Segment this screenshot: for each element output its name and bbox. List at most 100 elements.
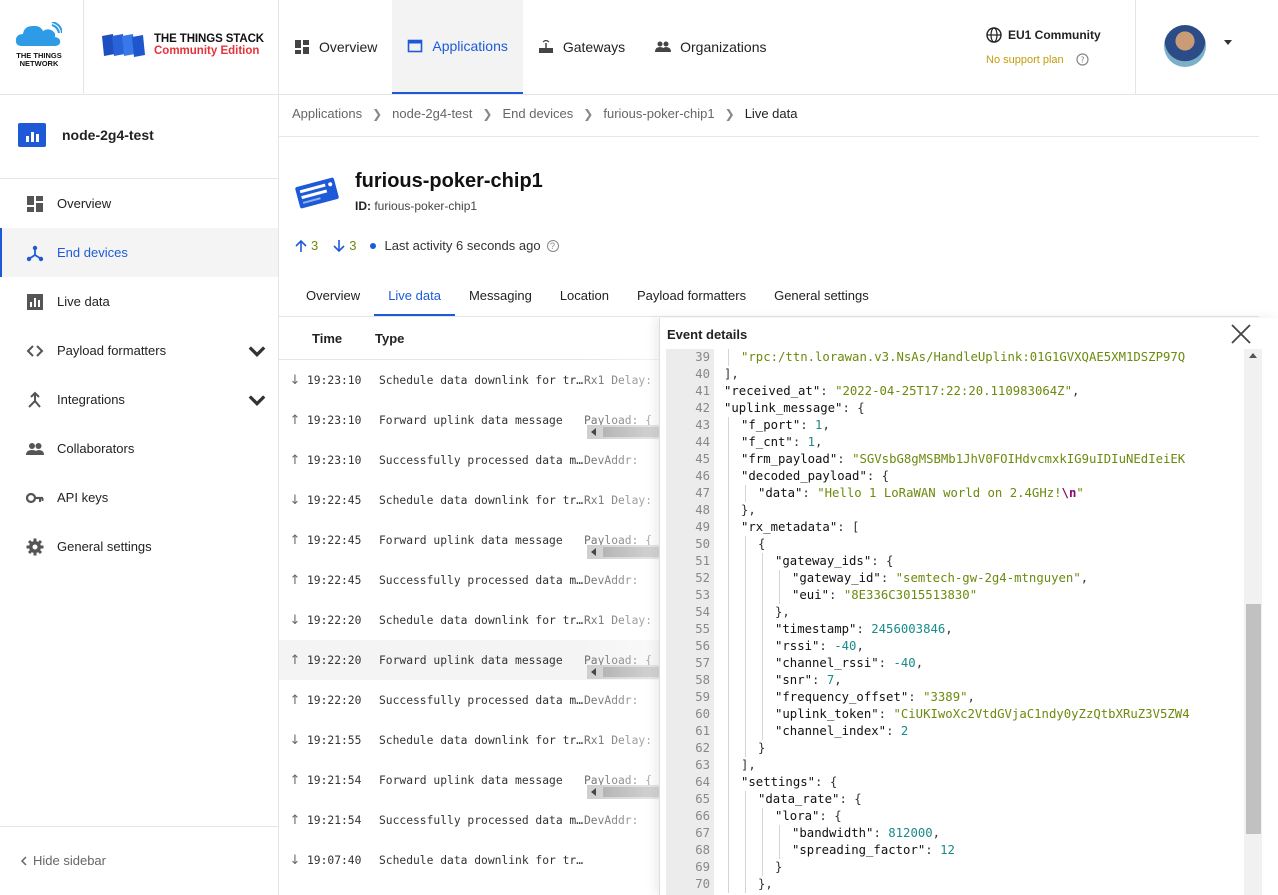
event-row[interactable]: ↑ 19:22:20 Successfully processed data mes… bbox=[279, 680, 659, 720]
settings-icon bbox=[26, 538, 44, 555]
end-device-icon bbox=[295, 177, 339, 209]
scrollbar-thumb[interactable] bbox=[1246, 604, 1261, 834]
sidebar-item-end-devices[interactable]: End devices bbox=[0, 228, 278, 277]
line-number: 39 bbox=[695, 350, 710, 364]
code-line: 64 "settings": { bbox=[666, 774, 1244, 791]
sidebar-item-label: Integrations bbox=[57, 392, 125, 407]
nav-applications[interactable]: Applications bbox=[392, 0, 523, 94]
arrow-up-icon bbox=[295, 239, 307, 252]
nav-organizations[interactable]: Organizations bbox=[640, 0, 781, 94]
code-line: 54}, bbox=[666, 604, 1244, 621]
breadcrumb-item[interactable]: node-2g4-test bbox=[392, 106, 472, 121]
event-row[interactable]: ↓ 19:22:45 Schedule data downlink for tran… bbox=[279, 480, 659, 520]
sidebar-item-general-settings[interactable]: General settings bbox=[0, 522, 278, 571]
code-line: 57 "channel_rssi": -40, bbox=[666, 655, 1244, 672]
chevron-down-icon[interactable] bbox=[1224, 40, 1232, 45]
line-number: 49 bbox=[695, 520, 710, 534]
event-type: Schedule data downlink for transmission bbox=[379, 493, 584, 507]
things-stack-logo[interactable]: THE THINGS STACK Community Edition bbox=[100, 32, 270, 60]
sidebar-item-label: General settings bbox=[57, 539, 152, 554]
code-token: "8E336C3015513830" bbox=[843, 588, 978, 602]
json-code-viewer[interactable]: 39 "rpc:/ttn.lorawan.v3.NsAs/HandleUplink… bbox=[666, 349, 1244, 895]
hide-sidebar-label: Hide sidebar bbox=[33, 853, 106, 868]
code-token: "semtech-gw-2g4-mtnguyen" bbox=[895, 571, 1081, 585]
device-id: ID: furious-poker-chip1 bbox=[355, 199, 477, 213]
hide-sidebar-button[interactable]: Hide sidebar bbox=[20, 853, 106, 868]
code-token: \n bbox=[1061, 486, 1077, 500]
event-row[interactable]: ↑ 19:22:45 Forward uplink data message Payl… bbox=[279, 520, 659, 560]
code-token: } bbox=[775, 860, 783, 874]
chevron-right-icon: ❯ bbox=[583, 106, 594, 121]
sidebar-item-live-data[interactable]: Live data bbox=[0, 277, 278, 326]
breadcrumb-item[interactable]: Applications bbox=[292, 106, 362, 121]
event-row[interactable]: ↑ 19:23:10 Successfully processed data mes… bbox=[279, 440, 659, 480]
scroll-up-icon[interactable] bbox=[1249, 353, 1257, 358]
event-row[interactable]: ↑ 19:22:45 Successfully processed data mes… bbox=[279, 560, 659, 600]
close-icon[interactable] bbox=[1230, 323, 1252, 345]
code-line: 70}, bbox=[666, 876, 1244, 893]
event-row[interactable]: ↓ 19:23:10 Schedule data downlink for tran… bbox=[279, 360, 659, 400]
nav-overview[interactable]: Overview bbox=[279, 0, 392, 94]
help-icon[interactable]: ? bbox=[1076, 53, 1089, 66]
preview-scrollbar[interactable] bbox=[587, 785, 659, 799]
ttn-logo[interactable]: THE THINGS NETWORK bbox=[14, 21, 64, 68]
event-row[interactable]: ↑ 19:21:54 Successfully processed data mes… bbox=[279, 800, 659, 840]
code-line: 62} bbox=[666, 740, 1244, 757]
sidebar-item-overview[interactable]: Overview bbox=[0, 179, 278, 228]
event-row[interactable]: ↑ 19:21:54 Forward uplink data message Payl… bbox=[279, 760, 659, 800]
breadcrumb-item[interactable]: furious-poker-chip1 bbox=[603, 106, 714, 121]
sidebar-item-payload-formatters[interactable]: Payload formatters bbox=[0, 326, 278, 375]
avatar[interactable] bbox=[1164, 25, 1206, 67]
chevron-down-icon[interactable] bbox=[248, 392, 266, 410]
sidebar-item-label: Collaborators bbox=[57, 441, 135, 456]
code-text: "decoded_payload": { bbox=[741, 468, 889, 485]
tab-general-settings[interactable]: General settings bbox=[760, 278, 883, 316]
help-icon[interactable]: ? bbox=[546, 239, 559, 252]
code-token: "lora" bbox=[775, 809, 820, 823]
event-type: Schedule data downlink for transmission bbox=[379, 373, 584, 387]
arrow-down-icon: ↓ bbox=[289, 492, 301, 508]
chevron-down-icon[interactable] bbox=[248, 343, 266, 361]
tab-payload-formatters[interactable]: Payload formatters bbox=[623, 278, 760, 316]
tab-location[interactable]: Location bbox=[546, 278, 623, 316]
tab-live-data[interactable]: Live data bbox=[374, 278, 455, 316]
preview-scrollbar[interactable] bbox=[587, 665, 659, 679]
top-bar: THE THINGS NETWORK THE THINGS STACK Comm… bbox=[0, 0, 1278, 95]
preview-scrollbar[interactable] bbox=[587, 425, 659, 439]
code-token: "Hello 1 LoRaWAN world on 2.4GHz! bbox=[817, 486, 1062, 500]
code-token: : bbox=[908, 690, 924, 704]
sidebar-item-api-keys[interactable]: API keys bbox=[0, 473, 278, 522]
code-token: : bbox=[837, 452, 853, 466]
code-scrollbar[interactable] bbox=[1244, 349, 1262, 895]
code-token: -40 bbox=[834, 639, 857, 653]
event-row[interactable]: ↑ 19:23:10 Forward uplink data message Payl… bbox=[279, 400, 659, 440]
sidebar-item-collaborators[interactable]: Collaborators bbox=[0, 424, 278, 473]
sidebar-item-integrations[interactable]: Integrations bbox=[0, 375, 278, 424]
event-row[interactable]: ↓ 19:07:40 Schedule data downlink for tran… bbox=[279, 840, 659, 880]
code-token: : bbox=[802, 486, 818, 500]
code-token: , bbox=[856, 639, 864, 653]
code-token: : bbox=[878, 707, 894, 721]
arrow-up-icon: ↑ bbox=[289, 452, 301, 468]
code-line: 44 "f_cnt": 1, bbox=[666, 434, 1244, 451]
event-time: 19:22:20 bbox=[307, 653, 362, 667]
line-number: 42 bbox=[695, 401, 710, 415]
downlink-count-value: 3 bbox=[349, 238, 357, 253]
code-text: "gateway_ids": { bbox=[775, 553, 893, 570]
breadcrumb-item[interactable]: End devices bbox=[502, 106, 573, 121]
tab-messaging[interactable]: Messaging bbox=[455, 278, 546, 316]
status-dot bbox=[370, 242, 377, 249]
support-plan[interactable]: No support plan bbox=[986, 54, 1064, 66]
event-row[interactable]: ↑ 19:22:20 Forward uplink data message Payl… bbox=[279, 640, 659, 680]
nav-gateways[interactable]: Gateways bbox=[523, 0, 640, 94]
arrow-down-icon: ↓ bbox=[289, 732, 301, 748]
event-type: Forward uplink data message bbox=[379, 533, 563, 547]
cluster-selector[interactable]: EU1 Community No support plan ? bbox=[986, 27, 1116, 66]
event-preview: DevAddr: bbox=[584, 814, 639, 827]
event-row[interactable]: ↓ 19:22:20 Schedule data downlink for tran… bbox=[279, 600, 659, 640]
code-text: }, bbox=[741, 502, 756, 519]
tab-overview[interactable]: Overview bbox=[292, 278, 374, 316]
event-row[interactable]: ↓ 19:21:55 Schedule data downlink for tran… bbox=[279, 720, 659, 760]
code-text: "gateway_id": "semtech-gw-2g4-mtnguyen", bbox=[792, 570, 1088, 587]
preview-scrollbar[interactable] bbox=[587, 545, 659, 559]
